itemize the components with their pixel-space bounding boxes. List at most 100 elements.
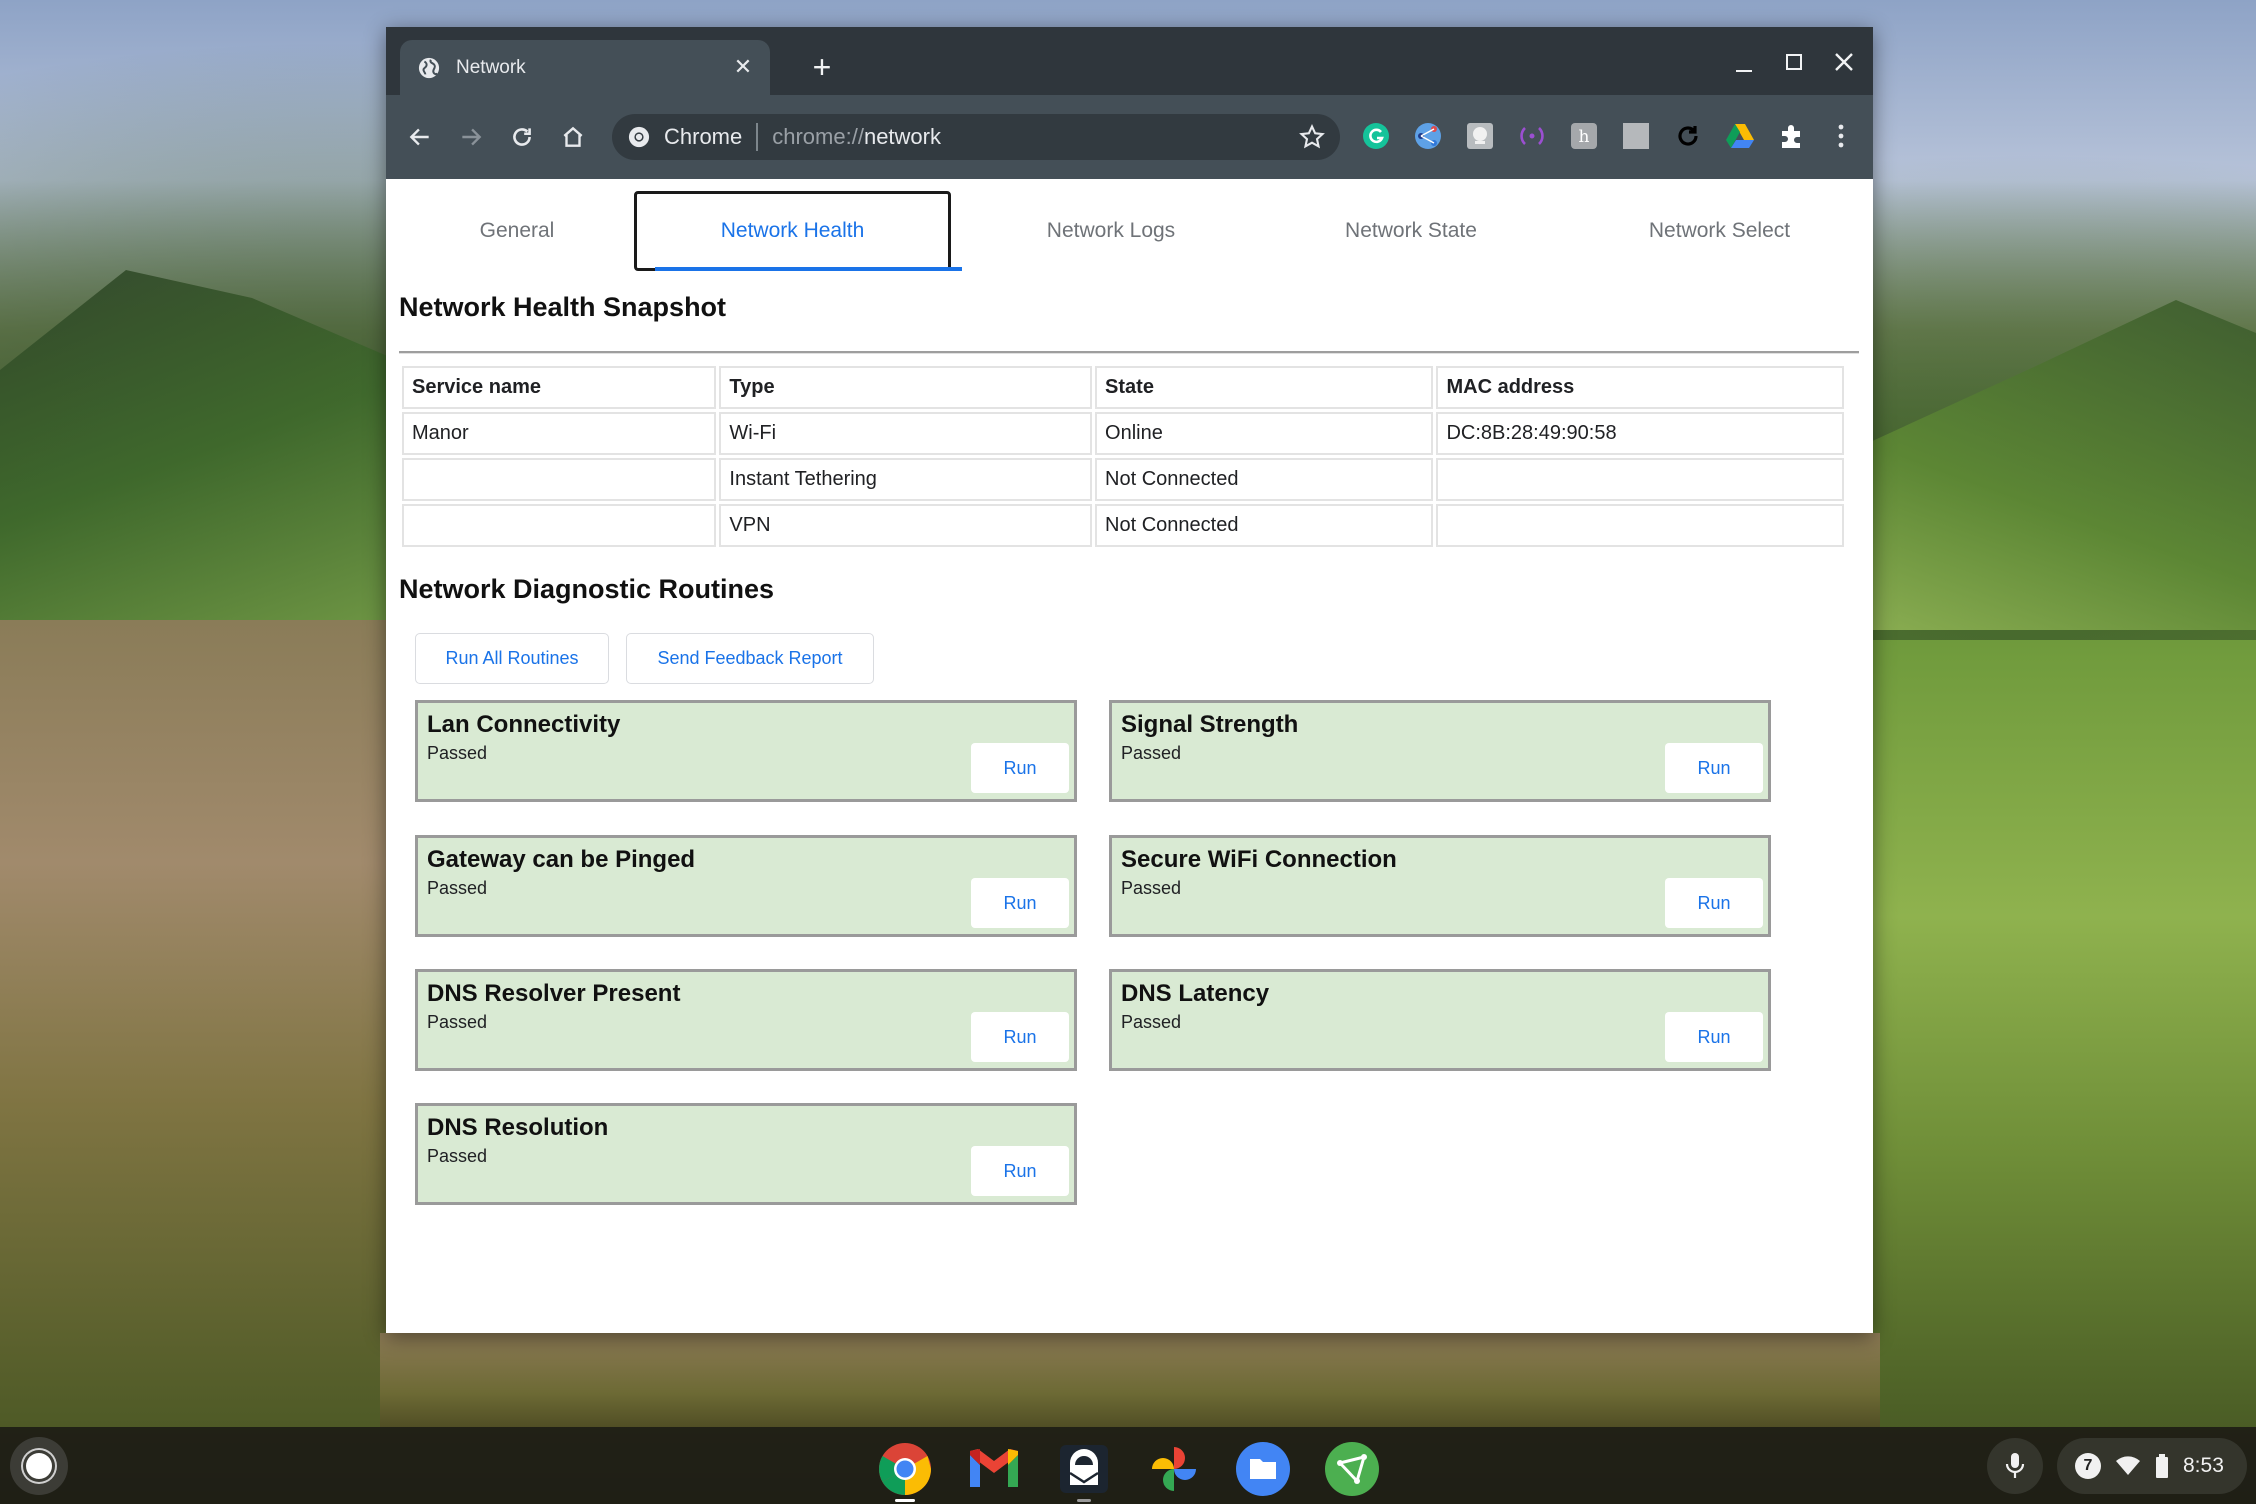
browser-tab-network[interactable]: Network ✕: [400, 40, 770, 95]
routine-result: Passed: [427, 878, 488, 898]
run-routine-button[interactable]: Run: [1665, 743, 1763, 793]
launcher-button[interactable]: [10, 1437, 68, 1495]
tab-network-health[interactable]: Network Health: [634, 191, 962, 271]
green-app-icon[interactable]: [1324, 1441, 1380, 1497]
bookmark-star-icon[interactable]: [1298, 123, 1326, 151]
column-header: Service name: [402, 366, 717, 409]
routine-card-lan-connectivity: Lan Connectivity Passed Run: [415, 700, 1077, 802]
routine-card-gateway-ping: Gateway can be Pinged Passed Run: [415, 835, 1077, 937]
run-routine-button[interactable]: Run: [971, 1146, 1069, 1196]
mac-address-cell: DC:8B:28:49:90:58: [1436, 412, 1844, 455]
arrow-left-icon: [409, 128, 429, 146]
reload-icon: [513, 128, 531, 146]
table-row: Manor Wi-Fi Online DC:8B:28:49:90:58: [402, 412, 1844, 455]
mac-address-cell: [1436, 458, 1844, 501]
google-photos-app-icon[interactable]: [1146, 1441, 1202, 1497]
honey-extension-icon[interactable]: h: [1569, 121, 1599, 151]
run-routine-button[interactable]: Run: [1665, 1012, 1763, 1062]
maximize-button[interactable]: [1776, 45, 1812, 81]
site-label: Chrome: [664, 124, 743, 149]
browser-toolbar: Chrome chrome://network h: [386, 95, 1873, 179]
browser-window: Network ✕ + Chrome chrome:// network h G…: [386, 27, 1873, 1333]
address-bar[interactable]: Chrome chrome://network: [612, 114, 1340, 160]
run-all-routines-button[interactable]: Run All Routines: [415, 633, 609, 684]
minimize-icon: [1736, 70, 1752, 72]
routine-card-dns-resolution: DNS Resolution Passed Run: [415, 1103, 1077, 1205]
screenshot-extension-icon[interactable]: [1465, 121, 1495, 151]
routine-result: Passed: [427, 1012, 488, 1032]
notification-count-badge: 7: [2075, 1453, 2101, 1479]
type-cell: VPN: [719, 504, 1093, 547]
reload-button[interactable]: [502, 117, 542, 157]
service-name-cell: Manor: [402, 412, 717, 455]
minimize-button[interactable]: [1726, 45, 1762, 81]
run-routine-button[interactable]: Run: [971, 743, 1069, 793]
new-tab-button[interactable]: +: [804, 49, 840, 85]
page-content: General Network Health Network Logs Netw…: [386, 179, 1873, 1333]
routine-card-dns-latency: DNS Latency Passed Run: [1109, 969, 1771, 1071]
routine-name: Signal Strength: [1121, 711, 1299, 738]
snapshot-heading: Network Health Snapshot: [399, 292, 727, 322]
files-app-icon[interactable]: [1235, 1441, 1291, 1497]
wallpaper-field: [1866, 640, 2256, 1430]
tab-general[interactable]: General: [386, 191, 648, 271]
clock: 8:53: [2183, 1454, 2224, 1477]
home-button[interactable]: [553, 117, 593, 157]
routine-result: Passed: [1121, 1012, 1182, 1032]
back-button[interactable]: [400, 117, 440, 157]
forward-button[interactable]: [451, 117, 491, 157]
run-routine-button[interactable]: Run: [1665, 878, 1763, 928]
chrome-logo-icon: [628, 126, 650, 148]
run-routine-button[interactable]: Run: [971, 878, 1069, 928]
close-window-button[interactable]: [1826, 45, 1862, 81]
wallpaper-field: [380, 1333, 1880, 1433]
os-shelf: 7 8:53: [0, 1427, 2256, 1504]
routine-card-signal-strength: Signal Strength Passed Run: [1109, 700, 1771, 802]
microphone-icon: [2005, 1453, 2025, 1478]
routine-result: Passed: [427, 743, 488, 763]
protonmail-app-icon[interactable]: [1056, 1441, 1112, 1497]
routine-name: DNS Latency: [1121, 980, 1270, 1007]
google-drive-icon[interactable]: [1725, 121, 1755, 151]
broadcast-extension-icon[interactable]: [1517, 121, 1547, 151]
tab-strip: Network ✕ +: [386, 27, 1873, 95]
tab-network-select[interactable]: Network Select: [1566, 191, 1873, 271]
wallpaper-field: [0, 620, 400, 1430]
column-header: Type: [719, 366, 1093, 409]
url-scheme: chrome://: [772, 124, 864, 149]
wallpaper-hills: [0, 270, 420, 650]
more-menu-icon[interactable]: [1826, 121, 1856, 151]
globe-icon: [418, 57, 440, 78]
state-cell: Online: [1095, 412, 1434, 455]
share-extension-icon[interactable]: [1413, 121, 1443, 151]
close-tab-icon[interactable]: ✕: [730, 54, 756, 80]
omnibox-divider: [756, 123, 759, 151]
send-feedback-report-button[interactable]: Send Feedback Report: [626, 633, 874, 684]
table-row: Instant Tethering Not Connected: [402, 458, 1844, 501]
mac-address-cell: [1436, 504, 1844, 547]
arrow-right-icon: [462, 128, 482, 146]
tab-network-logs[interactable]: Network Logs: [961, 191, 1261, 271]
routines-heading: Network Diagnostic Routines: [399, 574, 775, 604]
table-row: VPN Not Connected: [402, 504, 1844, 547]
chrome-app-icon[interactable]: [877, 1441, 933, 1497]
status-area[interactable]: 7 8:53: [2057, 1438, 2247, 1494]
run-routine-button[interactable]: Run: [971, 1012, 1069, 1062]
voice-input-button[interactable]: [1987, 1438, 2043, 1494]
launcher-icon: [26, 1453, 52, 1479]
routine-name: DNS Resolution: [427, 1114, 609, 1141]
grammarly-icon[interactable]: [1361, 121, 1391, 151]
maximize-icon: [1786, 54, 1802, 70]
url-host: network: [863, 124, 941, 149]
running-indicator: [1077, 1499, 1091, 1502]
type-cell: Wi-Fi: [719, 412, 1093, 455]
blank-extension-icon[interactable]: [1621, 121, 1651, 151]
gmail-app-icon[interactable]: [966, 1441, 1022, 1497]
network-snapshot-table: Service name Type State MAC address Mano…: [399, 363, 1847, 550]
extensions-puzzle-icon[interactable]: [1777, 121, 1807, 151]
refresh-extension-icon[interactable]: [1673, 121, 1703, 151]
close-icon: [1835, 53, 1853, 71]
routine-name: Lan Connectivity: [427, 711, 621, 738]
tab-title: Network: [456, 56, 526, 78]
tab-network-state[interactable]: Network State: [1261, 191, 1561, 271]
